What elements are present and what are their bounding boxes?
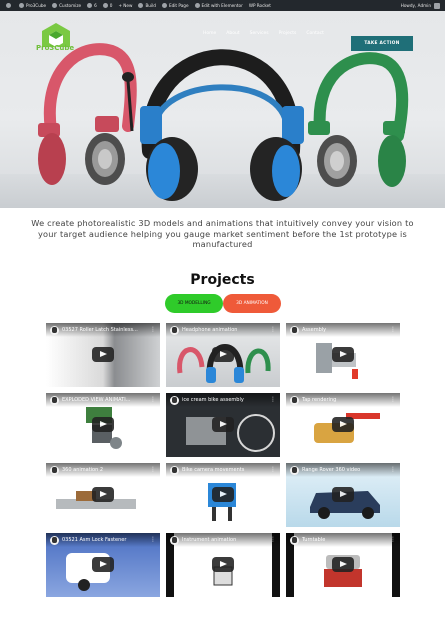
more-vert-icon[interactable]: ⋮: [270, 326, 276, 333]
more-vert-icon[interactable]: ⋮: [270, 536, 276, 543]
channel-avatar[interactable]: [50, 466, 59, 475]
video-title[interactable]: 360 animation 2: [62, 467, 144, 473]
projects-heading: Projects: [190, 272, 255, 288]
more-vert-icon[interactable]: ⋮: [150, 396, 156, 403]
play-button-icon[interactable]: [212, 347, 234, 362]
admin-customize-link[interactable]: Customize: [52, 3, 81, 8]
main-nav: Home About Services Projects Contact: [203, 31, 334, 36]
admin-elementor-link[interactable]: Edit with Elementor: [194, 3, 243, 8]
more-vert-icon[interactable]: ⋮: [390, 326, 396, 333]
play-button-icon[interactable]: [92, 417, 114, 432]
channel-avatar[interactable]: [290, 466, 299, 475]
play-button-icon[interactable]: [92, 487, 114, 502]
more-vert-icon[interactable]: ⋮: [390, 466, 396, 473]
channel-avatar[interactable]: [170, 536, 179, 545]
play-button-icon[interactable]: [212, 487, 234, 502]
video-card[interactable]: EXPLODED VIEW ANIMATI... ⋮: [46, 393, 160, 457]
admin-edit-page-link[interactable]: Edit Page: [161, 3, 189, 8]
play-button-icon[interactable]: [332, 487, 354, 502]
more-vert-icon[interactable]: ⋮: [150, 466, 156, 473]
video-card[interactable]: Headphone animation ⋮: [166, 323, 280, 387]
admin-account-menu[interactable]: Howdy, Admin: [401, 0, 440, 11]
hero-tagline: We create photorealistic 3D models and a…: [31, 218, 414, 249]
admin-bar: Pro3Cube Customize 6 0 + New Build Edit …: [0, 0, 445, 11]
channel-avatar[interactable]: [50, 326, 59, 335]
nav-contact[interactable]: Contact: [306, 31, 324, 36]
more-vert-icon[interactable]: ⋮: [150, 326, 156, 333]
avatar: [434, 2, 440, 9]
filter-3d-modelling-button[interactable]: 3D MODELLING: [165, 294, 223, 313]
video-card[interactable]: 360 animation 2 ⋮: [46, 463, 160, 527]
video-title[interactable]: Bike camera movements: [182, 467, 264, 473]
video-card[interactable]: Assembly ⋮: [286, 323, 400, 387]
more-vert-icon[interactable]: ⋮: [270, 466, 276, 473]
filter-3d-animation-button[interactable]: 3D ANIMATION: [223, 294, 281, 313]
build-icon: [138, 3, 144, 8]
nav-services[interactable]: Services: [250, 31, 269, 36]
video-title[interactable]: Instrument animation: [182, 537, 264, 543]
refresh-icon: [87, 3, 93, 8]
take-action-button[interactable]: TAKE ACTION: [351, 36, 413, 51]
more-vert-icon[interactable]: ⋮: [150, 536, 156, 543]
nav-about[interactable]: About: [226, 31, 239, 36]
channel-avatar[interactable]: [170, 326, 179, 335]
play-button-icon[interactable]: [92, 347, 114, 362]
video-card[interactable]: Bike camera movements ⋮: [166, 463, 280, 527]
more-vert-icon[interactable]: ⋮: [390, 396, 396, 403]
nav-projects[interactable]: Projects: [279, 31, 297, 36]
hero-section: Pro3Cube Home About Services Projects Co…: [0, 11, 445, 208]
video-title[interactable]: Range Rover 360 video: [302, 467, 384, 473]
more-vert-icon[interactable]: ⋮: [270, 396, 276, 403]
play-button-icon[interactable]: [332, 557, 354, 572]
more-vert-icon[interactable]: ⋮: [390, 536, 396, 543]
video-card[interactable]: Tap rendering ⋮: [286, 393, 400, 457]
comment-icon: [102, 3, 108, 8]
video-card[interactable]: ice cream bike assembly ⋮: [166, 393, 280, 457]
admin-wprocket-link[interactable]: WP Rocket: [249, 3, 271, 8]
play-button-icon[interactable]: [212, 557, 234, 572]
play-button-icon[interactable]: [92, 557, 114, 572]
pencil-icon: [161, 3, 167, 8]
video-card[interactable]: Instrument animation ⋮: [166, 533, 280, 597]
home-icon: [19, 3, 24, 8]
channel-avatar[interactable]: [170, 396, 179, 405]
video-card[interactable]: Range Rover 360 video ⋮: [286, 463, 400, 527]
video-title[interactable]: Turntable: [302, 537, 384, 543]
logo-text: Pro3Cube: [36, 44, 75, 52]
video-title[interactable]: ice cream bike assembly: [182, 397, 264, 403]
brush-icon: [52, 3, 58, 8]
play-button-icon[interactable]: [332, 347, 354, 362]
channel-avatar[interactable]: [50, 396, 59, 405]
video-card[interactable]: 03527 Roller Latch Stainless... ⋮: [46, 323, 160, 387]
channel-avatar[interactable]: [290, 326, 299, 335]
channel-avatar[interactable]: [170, 466, 179, 475]
video-title[interactable]: 03521 Asm Lock Fastener: [62, 537, 144, 543]
admin-comments-link[interactable]: 0: [102, 3, 112, 8]
channel-avatar[interactable]: [290, 536, 299, 545]
video-title[interactable]: EXPLODED VIEW ANIMATI...: [62, 397, 144, 403]
channel-avatar[interactable]: [290, 396, 299, 405]
video-card[interactable]: 03521 Asm Lock Fastener ⋮: [46, 533, 160, 597]
admin-site-link[interactable]: Pro3Cube: [19, 3, 46, 8]
admin-updates-link[interactable]: 6: [87, 3, 97, 8]
video-title[interactable]: Headphone animation: [182, 327, 264, 333]
video-card[interactable]: Turntable ⋮: [286, 533, 400, 597]
admin-build-link[interactable]: Build: [138, 3, 156, 8]
admin-new-link[interactable]: + New: [118, 3, 132, 8]
video-title[interactable]: Assembly: [302, 327, 384, 333]
channel-avatar[interactable]: [50, 536, 59, 545]
video-title[interactable]: 03527 Roller Latch Stainless...: [62, 327, 144, 333]
wordpress-logo-icon[interactable]: [6, 3, 13, 8]
play-button-icon[interactable]: [332, 417, 354, 432]
play-button-icon[interactable]: [212, 417, 234, 432]
nav-home[interactable]: Home: [203, 31, 216, 36]
elementor-icon: [194, 3, 200, 8]
video-title[interactable]: Tap rendering: [302, 397, 384, 403]
